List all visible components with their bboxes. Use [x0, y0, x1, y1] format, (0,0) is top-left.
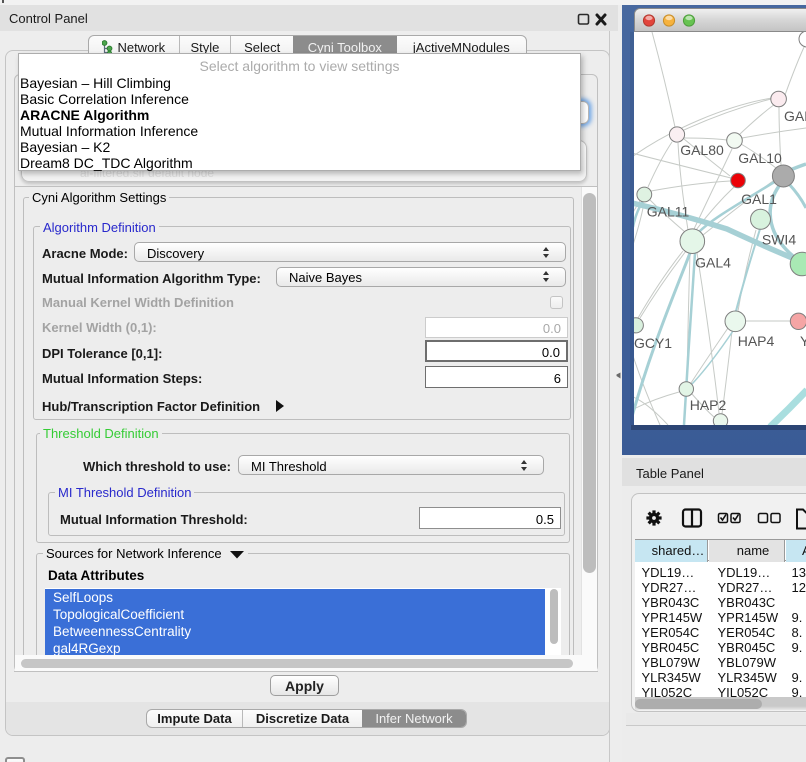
svg-text:GAL10: GAL10 [738, 150, 782, 166]
svg-text:SWI4: SWI4 [762, 232, 796, 248]
svg-text:GAL80: GAL80 [680, 142, 724, 158]
svg-text:GAL11: GAL11 [647, 204, 690, 220]
svg-text:YD: YD [800, 333, 806, 349]
svg-text:GAL1: GAL1 [741, 191, 777, 207]
svg-text:HAP4: HAP4 [738, 333, 775, 349]
svg-text:GAL7: GAL7 [784, 108, 806, 124]
svg-text:GAL4: GAL4 [695, 255, 731, 271]
svg-text:HAP2: HAP2 [690, 397, 727, 413]
svg-text:GCY1: GCY1 [634, 335, 672, 351]
